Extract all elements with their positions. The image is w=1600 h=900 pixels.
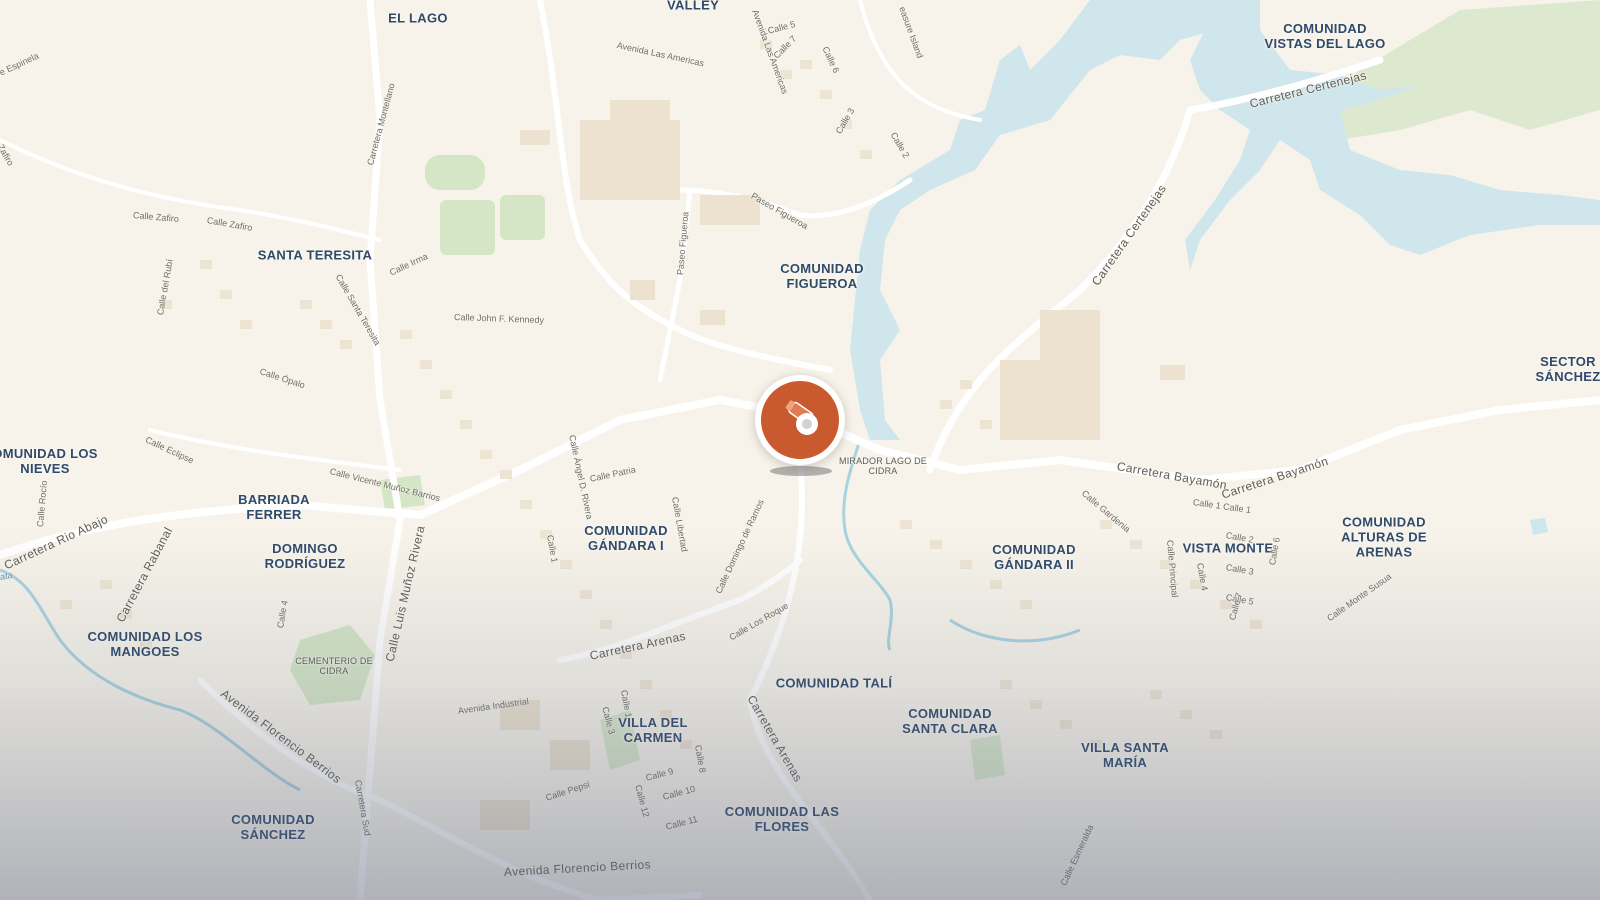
area-label-comunidad-alturas-de-arenas: COMUNIDAD ALTURAS DE ARENAS (1341, 514, 1427, 560)
area-label-sector-sanchez: SECTOR SÁNCHEZ (1535, 354, 1600, 384)
sports-field (425, 155, 485, 190)
area-label-el-lago: EL LAGO (388, 10, 448, 26)
area-label-villa-santa-maria: VILLA SANTA MARÍA (1081, 740, 1169, 770)
area-label-villa-del-carmen: VILLA DEL CARMEN (618, 715, 688, 745)
area-label-valley: VALLEY (666, 0, 720, 13)
area-label-comunidad-santa-clara: COMUNIDAD SANTA CLARA (902, 706, 998, 736)
area-label-comunidad-los-mangoes: COMUNIDAD LOS MANGOES (87, 629, 203, 659)
sports-field-2 (440, 200, 495, 255)
marker-shadow (770, 466, 832, 476)
map-view[interactable]: EL LAGO VALLEY COMUNIDAD VISTAS DEL LAGO… (0, 0, 1600, 900)
sports-field-3 (500, 195, 545, 240)
park-small-2 (970, 735, 1005, 780)
area-label-comunidad-tali: COMUNIDAD TALÍ (775, 675, 893, 691)
area-label-comunidad-los-nieves: OMUNIDAD LOS NIEVES (0, 446, 98, 476)
area-label-comunidad-gandara-i: COMUNIDAD GÁNDARA I (584, 523, 668, 553)
location-marker[interactable] (755, 375, 845, 465)
area-label-santa-teresita: SANTA TERESITA (257, 247, 373, 263)
area-label-vista-monte: VISTA MONTE (1182, 540, 1274, 556)
area-label-comunidad-sanchez: COMUNIDAD SÁNCHEZ (231, 812, 315, 842)
marker-label: MIRADOR LAGO DE CIDRA (838, 456, 928, 476)
area-label-comunidad-figueroa: COMUNIDAD FIGUEROA (780, 261, 864, 291)
area-label-comunidad-vistas-del-lago: COMUNIDAD VISTAS DEL LAGO (1264, 21, 1386, 51)
poi-label-cementerio-de-cidra: CEMENTERIO DE CIDRA (295, 656, 373, 676)
telescope-icon (777, 393, 823, 444)
lake-inlet (1530, 518, 1548, 535)
area-label-comunidad-las-flores: COMUNIDAD LAS FLORES (724, 804, 840, 834)
area-label-barriada-ferrer: BARRIADA FERRER (238, 492, 310, 522)
area-label-comunidad-gandara-ii: COMUNIDAD GÁNDARA II (992, 542, 1076, 572)
area-label-domingo-rodriguez: DOMINGO RODRÍGUEZ (264, 541, 346, 571)
